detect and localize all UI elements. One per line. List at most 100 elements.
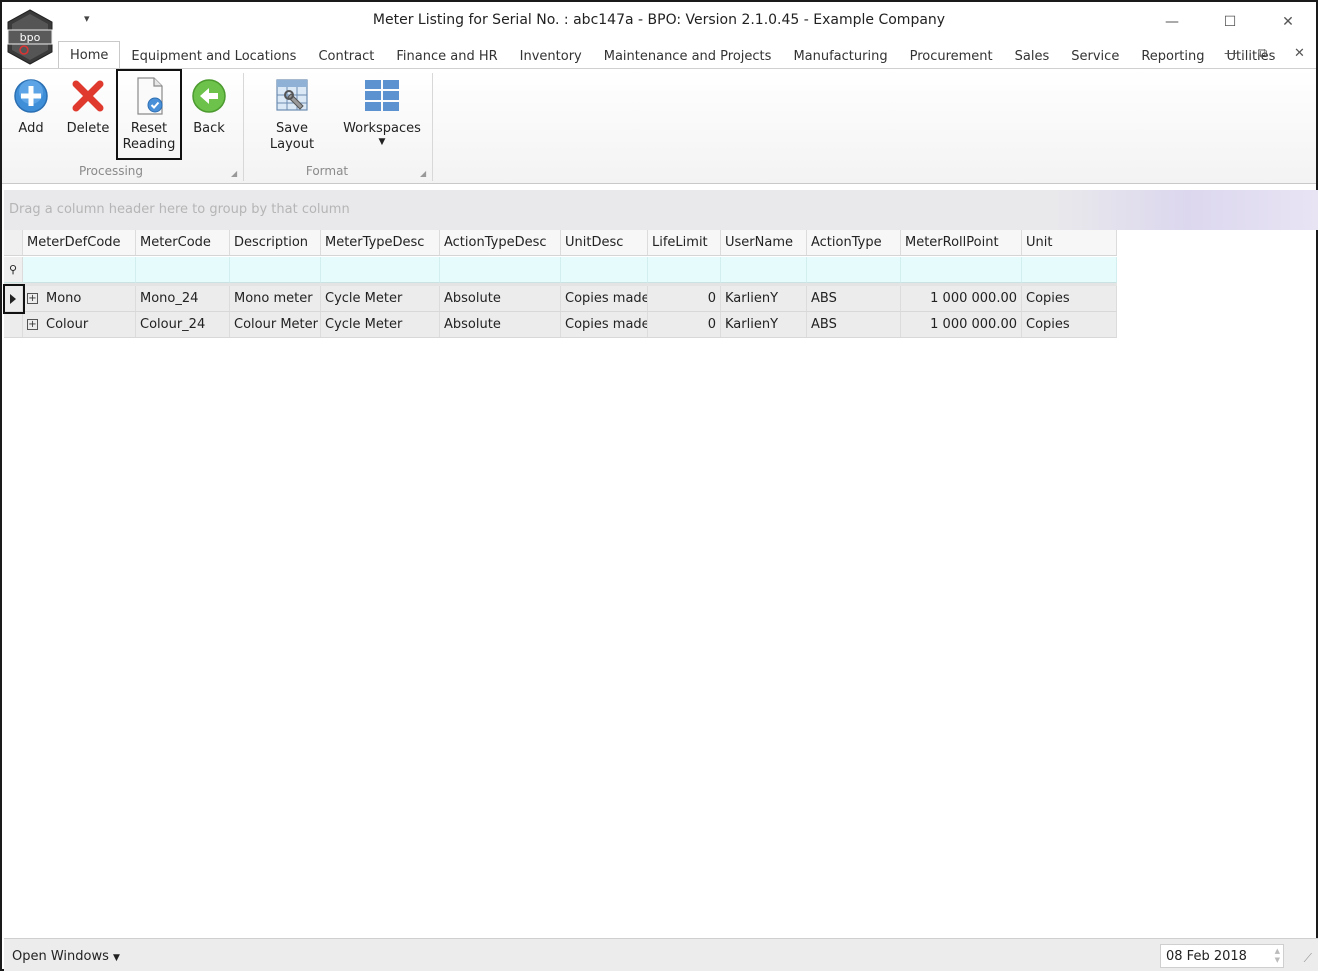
column-header-unit[interactable]: Unit xyxy=(1022,230,1117,255)
grid-header: MeterDefCode MeterCode Description Meter… xyxy=(4,230,1117,256)
filter-cell[interactable] xyxy=(23,257,136,283)
minimize-button[interactable]: — xyxy=(1150,8,1194,36)
cell-actiontype[interactable]: ABS xyxy=(807,312,901,337)
column-header-description[interactable]: Description xyxy=(230,230,321,255)
delete-icon xyxy=(68,75,108,117)
back-arrow-icon xyxy=(189,75,229,117)
workspaces-dropdown-icon: ▼ xyxy=(378,137,386,147)
tab-reporting[interactable]: Reporting xyxy=(1130,43,1215,69)
filter-cell[interactable] xyxy=(721,257,807,283)
cell-metertypedesc[interactable]: Cycle Meter xyxy=(321,286,440,311)
tab-maintenance-and-projects[interactable]: Maintenance and Projects xyxy=(593,43,783,69)
chevron-down-icon: ▼ xyxy=(113,953,120,963)
cell-description[interactable]: Colour Meter xyxy=(230,312,321,337)
column-header-meterdefcode[interactable]: MeterDefCode xyxy=(23,230,136,255)
logo-text: bpo xyxy=(20,31,41,44)
format-group-label: Format xyxy=(305,164,349,178)
column-header-metercode[interactable]: MeterCode xyxy=(136,230,230,255)
processing-dialog-launcher-icon[interactable]: ◢ xyxy=(231,169,237,178)
cell-lifelimit[interactable]: 0 xyxy=(648,286,721,311)
cell-unitdesc[interactable]: Copies made xyxy=(561,286,648,311)
filter-cell[interactable] xyxy=(230,257,321,283)
cell-actiontype[interactable]: ABS xyxy=(807,286,901,311)
back-label: Back xyxy=(193,121,225,136)
expand-icon[interactable]: + xyxy=(27,319,38,330)
column-header-actiontype[interactable]: ActionType xyxy=(807,230,901,255)
tab-sales[interactable]: Sales xyxy=(1004,43,1061,69)
table-row[interactable]: + Colour Colour_24 Colour Meter Cycle Met… xyxy=(4,312,1117,338)
open-windows-menu[interactable]: Open Windows ▼ xyxy=(12,949,120,964)
cell-meterrollpoint[interactable]: 1 000 000.00 xyxy=(901,286,1022,311)
cell-text: Mono xyxy=(46,291,82,306)
column-header-metertypedesc[interactable]: MeterTypeDesc xyxy=(321,230,440,255)
cell-meterrollpoint[interactable]: 1 000 000.00 xyxy=(901,312,1022,337)
cell-username[interactable]: KarlienY xyxy=(721,312,807,337)
filter-cell[interactable] xyxy=(901,257,1022,283)
row-indicator[interactable] xyxy=(4,312,23,337)
tab-home[interactable]: Home xyxy=(58,41,121,69)
tab-finance-and-hr[interactable]: Finance and HR xyxy=(385,43,508,69)
expand-icon[interactable]: + xyxy=(27,293,38,304)
title-bar: bpo ▾ Meter Listing for Serial No. : abc… xyxy=(2,2,1316,65)
filter-cell[interactable] xyxy=(1022,257,1117,283)
maximize-button[interactable]: ☐ xyxy=(1208,8,1252,36)
filter-cell[interactable] xyxy=(807,257,901,283)
column-header-username[interactable]: UserName xyxy=(721,230,807,255)
cell-description[interactable]: Mono meter xyxy=(230,286,321,311)
filter-cell[interactable] xyxy=(440,257,561,283)
filter-cell[interactable] xyxy=(136,257,230,283)
tab-contract[interactable]: Contract xyxy=(307,43,385,69)
cell-meterdefcode[interactable]: + Colour xyxy=(23,312,136,337)
delete-button[interactable]: Delete xyxy=(64,75,112,137)
filter-cell[interactable] xyxy=(648,257,721,283)
save-layout-button[interactable]: Save Layout xyxy=(252,75,332,153)
cell-text: Colour xyxy=(46,317,89,332)
add-button[interactable]: Add xyxy=(11,75,51,137)
format-dialog-launcher-icon[interactable]: ◢ xyxy=(420,169,426,178)
tab-manufacturing[interactable]: Manufacturing xyxy=(782,43,898,69)
cell-metercode[interactable]: Colour_24 xyxy=(136,312,230,337)
date-field[interactable]: 08 Feb 2018 ▲ ▼ xyxy=(1160,944,1284,968)
add-icon xyxy=(11,75,51,117)
column-header-unitdesc[interactable]: UnitDesc xyxy=(561,230,648,255)
add-label: Add xyxy=(18,121,44,136)
status-bar: Open Windows ▼ 08 Feb 2018 ▲ ▼ ⟋ xyxy=(4,938,1318,971)
processing-group-label: Processing xyxy=(78,164,144,178)
save-layout-label: Save Layout xyxy=(269,121,315,152)
group-by-panel[interactable]: Drag a column header here to group by th… xyxy=(4,190,1318,230)
reset-reading-highlight xyxy=(116,69,182,160)
back-button[interactable]: Back xyxy=(189,75,229,137)
filter-cell[interactable] xyxy=(561,257,648,283)
mdi-close-button[interactable]: ✕ xyxy=(1294,46,1305,61)
cell-unit[interactable]: Copies xyxy=(1022,312,1117,337)
header-indicator xyxy=(4,230,23,255)
column-header-actiontypedesc[interactable]: ActionTypeDesc xyxy=(440,230,561,255)
mdi-restore-button[interactable]: ⧉ xyxy=(1258,46,1267,61)
cell-meterdefcode[interactable]: + Mono xyxy=(23,286,136,311)
cell-lifelimit[interactable]: 0 xyxy=(648,312,721,337)
tab-inventory[interactable]: Inventory xyxy=(509,43,593,69)
tab-equipment-and-locations[interactable]: Equipment and Locations xyxy=(120,43,307,69)
workspaces-icon xyxy=(362,75,402,117)
filter-cell[interactable] xyxy=(321,257,440,283)
tab-procurement[interactable]: Procurement xyxy=(899,43,1004,69)
date-spinner-icon[interactable]: ▲ ▼ xyxy=(1275,947,1280,965)
cell-unit[interactable]: Copies xyxy=(1022,286,1117,311)
cell-unitdesc[interactable]: Copies made xyxy=(561,312,648,337)
cell-actiontypedesc[interactable]: Absolute xyxy=(440,286,561,311)
cell-metertypedesc[interactable]: Cycle Meter xyxy=(321,312,440,337)
close-button[interactable]: ✕ xyxy=(1266,8,1310,36)
tab-service[interactable]: Service xyxy=(1060,43,1130,69)
cell-actiontypedesc[interactable]: Absolute xyxy=(440,312,561,337)
column-header-lifelimit[interactable]: LifeLimit xyxy=(648,230,721,255)
mdi-minimize-button[interactable]: — xyxy=(1224,46,1237,61)
cell-metercode[interactable]: Mono_24 xyxy=(136,286,230,311)
table-row[interactable]: + Mono Mono_24 Mono meter Cycle Meter Abs… xyxy=(4,286,1117,312)
column-header-meterrollpoint[interactable]: MeterRollPoint xyxy=(901,230,1022,255)
delete-label: Delete xyxy=(66,121,110,136)
workspaces-label: Workspaces xyxy=(343,121,421,136)
resize-grip-icon[interactable]: ⟋ xyxy=(1304,951,1312,966)
workspaces-button[interactable]: Workspaces ▼ xyxy=(342,75,422,147)
ribbon-panel: Add Delete Reset Reading Back Processing… xyxy=(2,68,1316,184)
cell-username[interactable]: KarlienY xyxy=(721,286,807,311)
